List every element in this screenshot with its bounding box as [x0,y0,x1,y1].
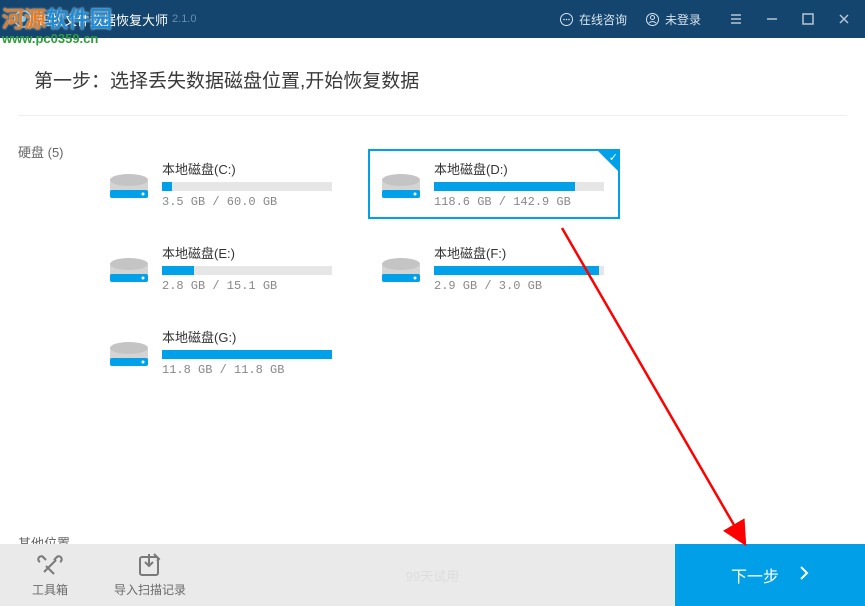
app-logo-icon [14,10,32,28]
import-scan-button[interactable]: 导入扫描记录 [100,544,200,606]
close-button[interactable] [837,12,851,26]
disk-usage-bar [162,182,332,191]
disk-card[interactable]: 本地磁盘(D:) 118.6 GB / 142.9 GB [368,149,620,219]
trial-text: 99天试用 [406,566,459,585]
next-button[interactable]: 下一步 [675,544,865,606]
titlebar: 蚂蚁文件数据恢复大师 2.1.0 在线咨询 未登录 [0,0,865,38]
toolbox-button[interactable]: 工具箱 [0,544,100,606]
disk-size: 2.9 GB / 3.0 GB [434,279,606,293]
hdd-icon [108,249,150,289]
import-scan-label: 导入扫描记录 [114,581,186,598]
online-consult-link[interactable]: 在线咨询 [559,11,627,28]
disk-size: 118.6 GB / 142.9 GB [434,195,606,209]
disks-grid: 本地磁盘(C:) 3.5 GB / 60.0 GB 本地磁盘(D:) 118.6… [0,143,865,387]
toolbox-label: 工具箱 [32,581,68,598]
disk-card[interactable]: 本地磁盘(E:) 2.8 GB / 15.1 GB [96,233,348,303]
disk-usage-bar [162,350,332,359]
toolbox-icon [36,552,64,578]
disk-name: 本地磁盘(C:) [162,159,334,178]
bottom-bar: 工具箱 导入扫描记录 99天试用 下一步 [0,544,865,606]
minimize-button[interactable] [765,12,779,26]
selected-check-icon [596,149,620,173]
app-version: 2.1.0 [172,13,196,25]
hdd-icon [380,165,422,205]
app-title: 蚂蚁文件数据恢复大师 [38,10,168,29]
disk-usage-bar [162,266,332,275]
disk-name: 本地磁盘(G:) [162,327,334,346]
chevron-right-icon [799,565,809,586]
disk-card[interactable]: 本地磁盘(G:) 11.8 GB / 11.8 GB [96,317,348,387]
disk-name: 本地磁盘(F:) [434,243,606,262]
disk-size: 11.8 GB / 11.8 GB [162,363,334,377]
disk-usage-bar [434,182,604,191]
consult-label: 在线咨询 [579,11,627,28]
disk-name: 本地磁盘(D:) [434,159,606,178]
disk-usage-bar [434,266,604,275]
disk-card[interactable]: 本地磁盘(F:) 2.9 GB / 3.0 GB [368,233,620,303]
hdd-icon [108,165,150,205]
disk-size: 2.8 GB / 15.1 GB [162,279,334,293]
disk-card[interactable]: 本地磁盘(C:) 3.5 GB / 60.0 GB [96,149,348,219]
hdd-icon [108,333,150,373]
next-label: 下一步 [731,563,779,587]
login-link[interactable]: 未登录 [645,11,701,28]
step-title: 第一步：选择丢失数据磁盘位置,开始恢复数据 [0,38,865,115]
import-icon [136,552,164,578]
maximize-button[interactable] [801,12,815,26]
disk-name: 本地磁盘(E:) [162,243,334,262]
hdd-icon [380,249,422,289]
disk-size: 3.5 GB / 60.0 GB [162,195,334,209]
menu-icon[interactable] [729,12,743,26]
login-label: 未登录 [665,11,701,28]
